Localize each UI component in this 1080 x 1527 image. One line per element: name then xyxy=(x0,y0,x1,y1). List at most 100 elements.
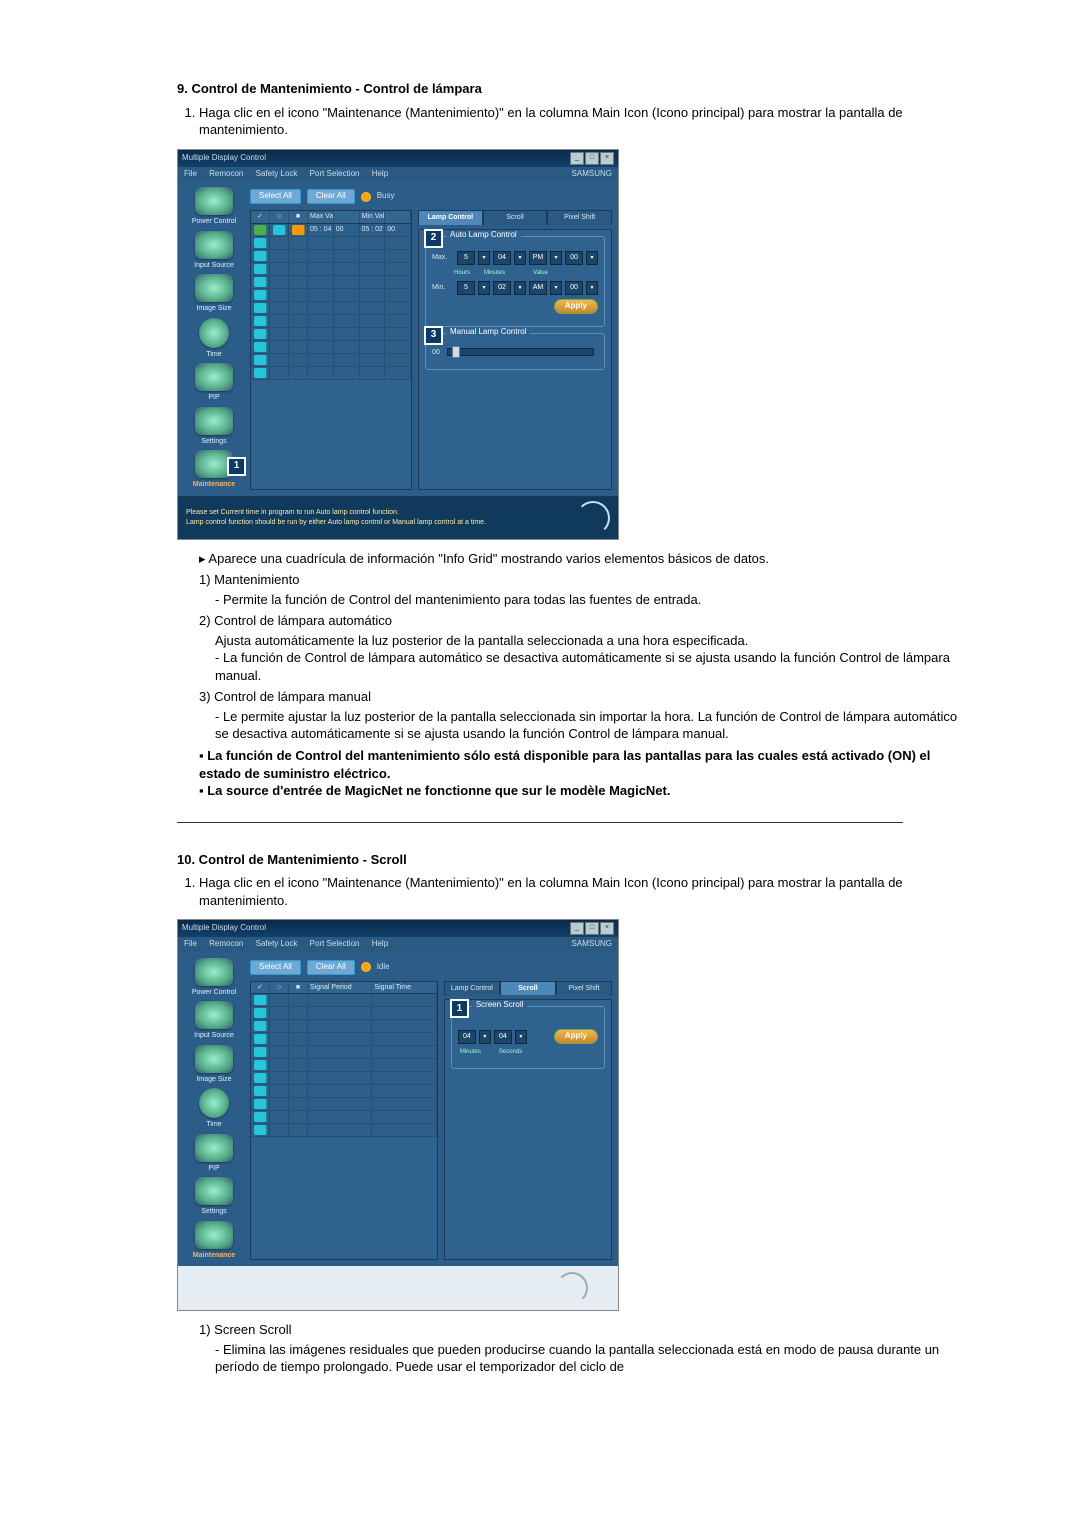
status-dot-icon xyxy=(292,225,305,235)
table-row[interactable] xyxy=(251,250,411,263)
menu-file[interactable]: File xyxy=(184,939,197,948)
settings-icon[interactable] xyxy=(195,1177,233,1205)
chevron-down-icon[interactable]: ▾ xyxy=(586,281,598,295)
table-row[interactable] xyxy=(251,1046,437,1059)
pip-icon[interactable] xyxy=(195,363,233,391)
table-row[interactable] xyxy=(251,302,411,315)
table-row[interactable] xyxy=(251,328,411,341)
toolbar-row: Select All Clear All Idle xyxy=(250,958,612,977)
chevron-down-icon[interactable]: ▾ xyxy=(515,1030,527,1044)
table-row[interactable] xyxy=(251,1111,437,1124)
window-title: Multiple Display Control xyxy=(182,923,266,934)
section-9-steps: Haga clic en el icono "Maintenance (Mant… xyxy=(177,104,965,139)
tab-lamp-control[interactable]: Lamp Control xyxy=(444,981,500,995)
window-title: Multiple Display Control xyxy=(182,153,266,164)
info-grid: ✓ ○ ■ Max Value Min Value 05 xyxy=(250,210,412,489)
time-icon[interactable] xyxy=(199,1088,229,1118)
max-hour-input[interactable]: 5 xyxy=(457,251,475,265)
input-source-label: Input Source xyxy=(184,1031,244,1040)
minimize-icon[interactable]: _ xyxy=(570,152,584,165)
menu-remocon[interactable]: Remocon xyxy=(209,939,243,948)
menu-help[interactable]: Help xyxy=(372,939,388,948)
tab-pixel-shift[interactable]: Pixel Shift xyxy=(556,981,612,995)
tab-scroll[interactable]: Scroll xyxy=(500,981,556,995)
manual-lamp-slider[interactable] xyxy=(447,348,594,356)
table-row[interactable] xyxy=(251,263,411,276)
scroll-min-input[interactable]: 04 xyxy=(458,1030,476,1044)
close-icon[interactable]: × xyxy=(600,922,614,935)
chevron-down-icon[interactable]: ▾ xyxy=(478,281,490,295)
min-val-input[interactable]: 00 xyxy=(565,281,583,295)
max-val-input[interactable]: 00 xyxy=(565,251,583,265)
pip-label: PIP xyxy=(184,1164,244,1173)
max-min-input[interactable]: 04 xyxy=(493,251,511,265)
chevron-down-icon[interactable]: ▾ xyxy=(514,251,526,265)
input-source-label: Input Source xyxy=(184,261,244,270)
select-all-button[interactable]: Select All xyxy=(250,960,301,975)
chevron-down-icon[interactable]: ▾ xyxy=(586,251,598,265)
table-row[interactable] xyxy=(251,237,411,250)
section-10-steps: Haga clic en el icono "Maintenance (Mant… xyxy=(177,874,965,909)
menu-file[interactable]: File xyxy=(184,169,197,178)
panel-tabs: Lamp Control Scroll Pixel Shift xyxy=(444,981,612,995)
menu-port-selection[interactable]: Port Selection xyxy=(310,939,360,948)
table-row[interactable] xyxy=(251,354,411,367)
table-row[interactable] xyxy=(251,1020,437,1033)
minimize-icon[interactable]: _ xyxy=(570,922,584,935)
menu-remocon[interactable]: Remocon xyxy=(209,169,243,178)
table-row[interactable] xyxy=(251,1059,437,1072)
table-row[interactable] xyxy=(251,1007,437,1020)
scroll-sec-input[interactable]: 04 xyxy=(494,1030,512,1044)
table-row[interactable] xyxy=(251,367,411,380)
table-row[interactable] xyxy=(251,315,411,328)
pip-icon[interactable] xyxy=(195,1134,233,1162)
image-size-icon[interactable] xyxy=(195,1045,233,1073)
table-row[interactable] xyxy=(251,1098,437,1111)
table-row[interactable] xyxy=(251,341,411,354)
table-row[interactable] xyxy=(251,994,437,1007)
close-icon[interactable]: × xyxy=(600,152,614,165)
clear-all-button[interactable]: Clear All xyxy=(307,189,355,204)
menu-safety-lock[interactable]: Safety Lock xyxy=(256,169,298,178)
table-row[interactable] xyxy=(251,276,411,289)
section-9-bullets: Aparece una cuadrícula de información "I… xyxy=(177,550,965,800)
sidebar: Power Control Input Source Image Size Ti… xyxy=(184,187,244,489)
clear-all-button[interactable]: Clear All xyxy=(307,960,355,975)
maintenance-icon[interactable] xyxy=(195,1221,233,1249)
select-all-button[interactable]: Select All xyxy=(250,189,301,204)
table-row[interactable] xyxy=(251,1072,437,1085)
menu-safety-lock[interactable]: Safety Lock xyxy=(256,939,298,948)
image-size-icon[interactable] xyxy=(195,274,233,302)
min-ampm-input[interactable]: AM xyxy=(529,281,547,295)
table-row[interactable] xyxy=(251,1124,437,1137)
maximize-icon[interactable]: □ xyxy=(585,922,599,935)
chevron-down-icon[interactable]: ▾ xyxy=(479,1030,491,1044)
menu-help[interactable]: Help xyxy=(372,169,388,178)
tab-scroll[interactable]: Scroll xyxy=(483,210,548,224)
tab-lamp-control[interactable]: Lamp Control xyxy=(418,210,483,224)
power-control-icon[interactable] xyxy=(195,958,233,986)
table-row[interactable] xyxy=(251,1033,437,1046)
min-min-input[interactable]: 02 xyxy=(493,281,511,295)
grid-col-maxvalue: Max Value xyxy=(308,211,334,222)
menu-port-selection[interactable]: Port Selection xyxy=(310,169,360,178)
apply-button[interactable]: Apply xyxy=(554,299,598,314)
tab-pixel-shift[interactable]: Pixel Shift xyxy=(547,210,612,224)
chevron-down-icon[interactable]: ▾ xyxy=(514,281,526,295)
min-hour-input[interactable]: 5 xyxy=(457,281,475,295)
apply-button[interactable]: Apply xyxy=(554,1029,598,1044)
settings-icon[interactable] xyxy=(195,407,233,435)
maximize-icon[interactable]: □ xyxy=(585,152,599,165)
chevron-down-icon[interactable]: ▾ xyxy=(550,251,562,265)
table-row[interactable]: 05 : 04 PM00 05 : 02 AM00 xyxy=(251,224,411,237)
max-ampm-input[interactable]: PM xyxy=(529,251,547,265)
table-row[interactable] xyxy=(251,1085,437,1098)
power-control-icon[interactable] xyxy=(195,187,233,215)
input-source-icon[interactable] xyxy=(195,1001,233,1029)
table-row[interactable] xyxy=(251,289,411,302)
time-icon[interactable] xyxy=(199,318,229,348)
chevron-down-icon[interactable]: ▾ xyxy=(550,281,562,295)
input-source-icon[interactable] xyxy=(195,231,233,259)
busy-label: Busy xyxy=(377,191,395,202)
chevron-down-icon[interactable]: ▾ xyxy=(478,251,490,265)
